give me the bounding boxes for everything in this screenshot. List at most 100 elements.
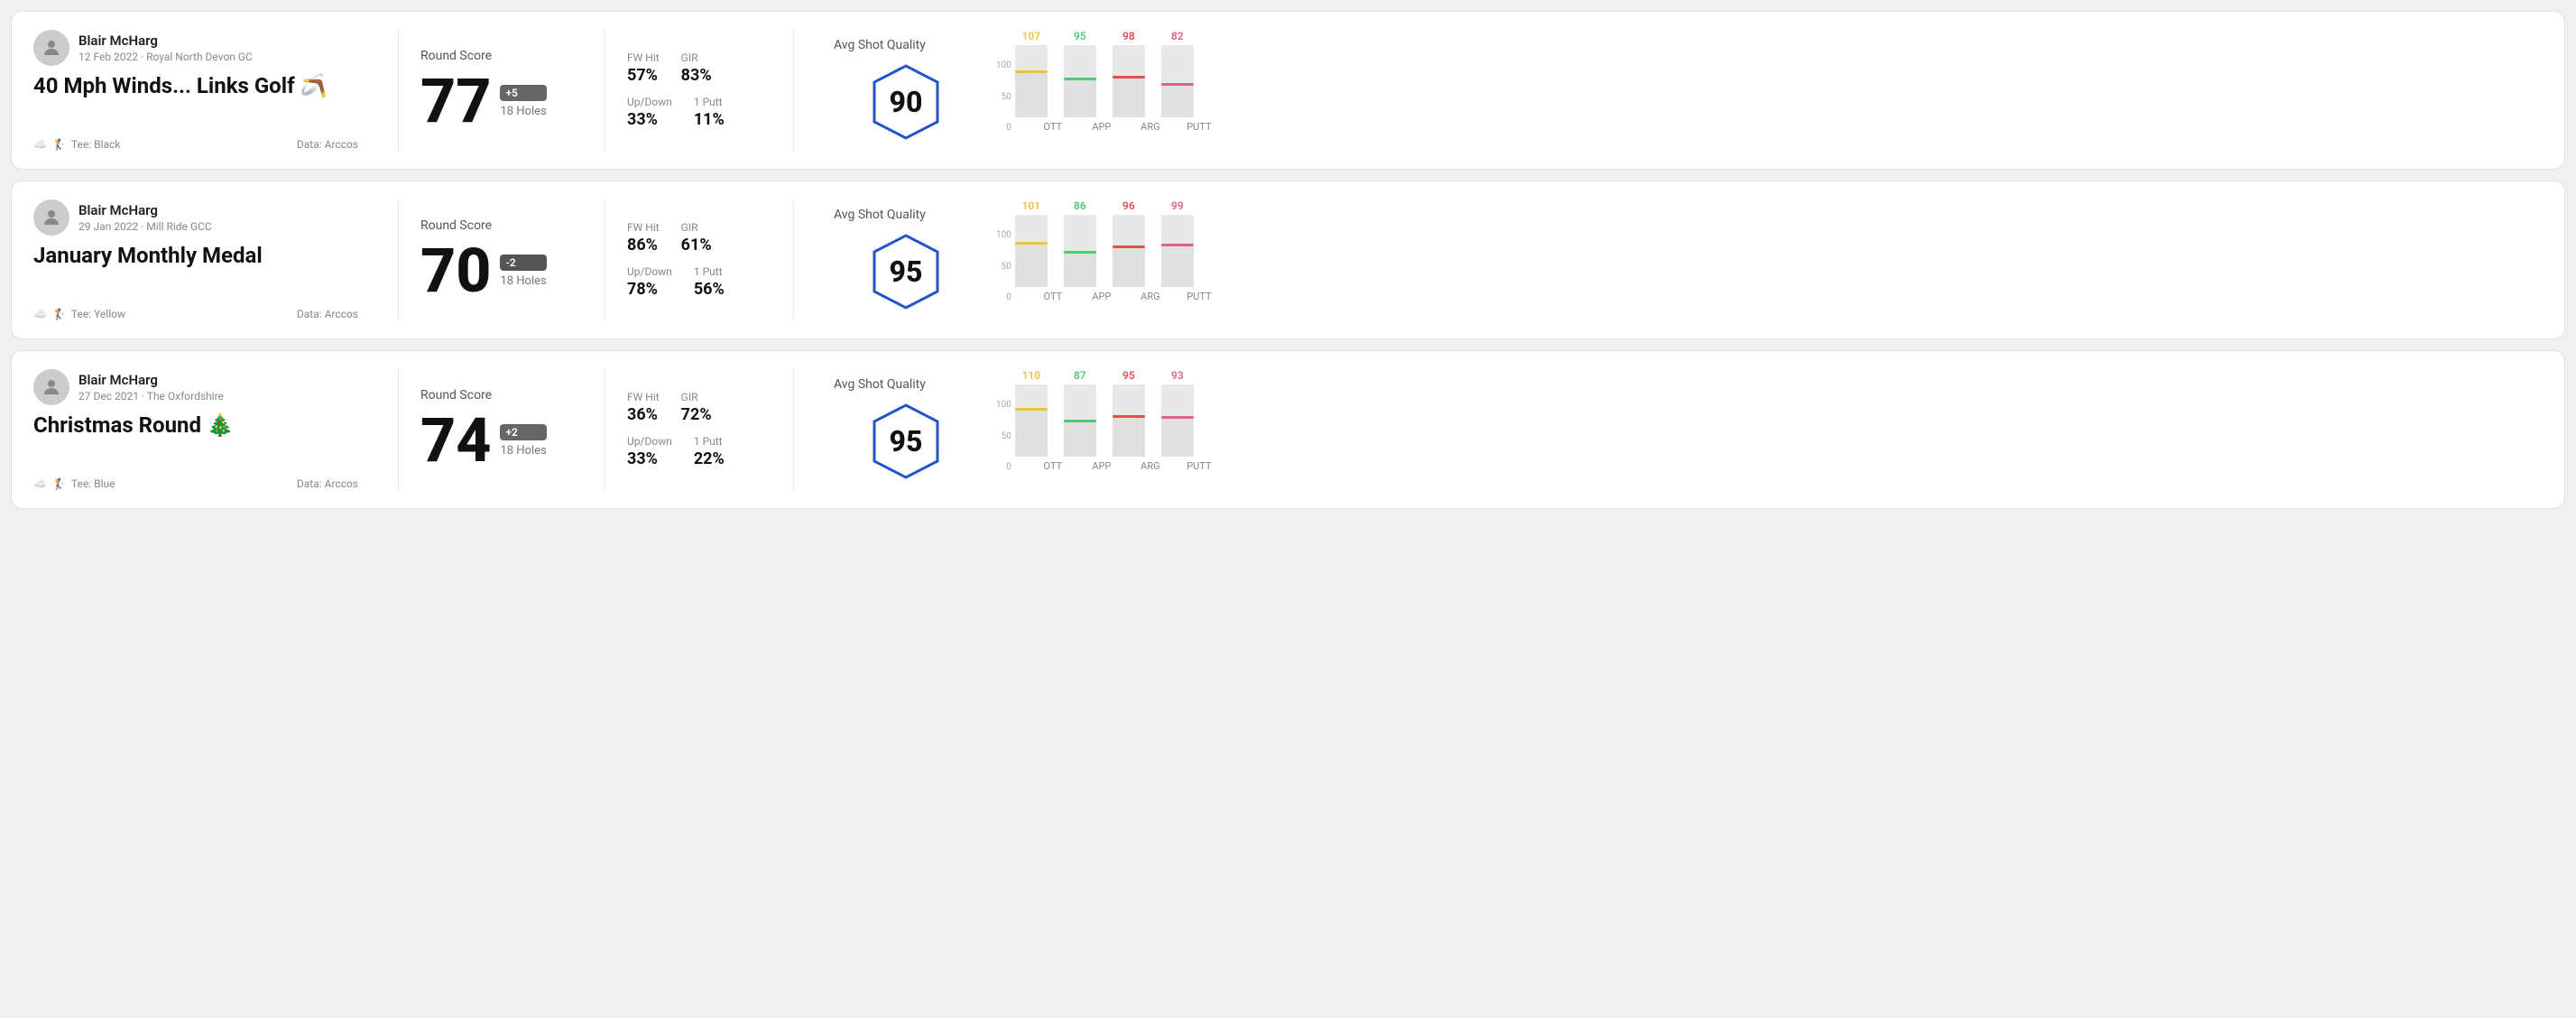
stat-oneputt: 1 Putt 22% (694, 435, 725, 468)
bar-fill-ott (1015, 242, 1048, 287)
round-title: 40 Mph Winds... Links Golf 🪃 (33, 73, 358, 99)
x-label-app: APP (1085, 121, 1118, 133)
round-title: Christmas Round 🎄 (33, 412, 358, 439)
bar-group-ott: 107 (1015, 30, 1048, 117)
bar-group-arg: 96 (1113, 199, 1145, 287)
round-card-round3: Blair McHarg 27 Dec 2021 · The Oxfordshi… (11, 350, 2565, 509)
data-source: Data: Arccos (297, 138, 358, 151)
stat-updown: Up/Down 33% (627, 435, 672, 468)
updown-value: 33% (627, 449, 672, 468)
divider-3 (793, 30, 794, 151)
score-badge-holes: +5 18 Holes (500, 85, 546, 118)
score-row: 74 +2 18 Holes (420, 410, 583, 471)
bar-line-ott (1015, 70, 1048, 73)
user-info: Blair McHarg 27 Dec 2021 · The Oxfordshi… (33, 369, 358, 405)
y-axis-bot: 0 (996, 462, 1011, 472)
bar-fill-ott (1015, 408, 1048, 457)
score-number: 77 (420, 70, 491, 132)
hexagon-container: 90 (865, 61, 946, 143)
round-title: January Monthly Medal (33, 243, 358, 269)
tee-info: ☁️ 🏌️ Tee: Yellow (33, 308, 125, 320)
bar-fill-arg (1113, 76, 1145, 117)
score-label: Round Score (420, 49, 583, 63)
bar-fill-app (1064, 251, 1096, 287)
y-axis-top: 100 (996, 400, 1011, 410)
oneputt-label: 1 Putt (694, 96, 725, 108)
left-section: Blair McHarg 27 Dec 2021 · The Oxfordshi… (33, 369, 376, 490)
x-label-putt: PUTT (1183, 121, 1215, 133)
tee-label: Tee: Black (71, 138, 120, 151)
bar-group-arg: 98 (1113, 30, 1145, 117)
score-label: Round Score (420, 218, 583, 233)
stat-fw-hit: FW Hit 36% (627, 391, 660, 424)
hex-score: 90 (890, 85, 923, 119)
divider-3 (793, 369, 794, 490)
bar-wrapper-putt (1161, 215, 1194, 287)
y-axis-bot: 0 (996, 123, 1011, 133)
user-name: Blair McHarg (78, 372, 224, 388)
bar-group-putt: 82 (1161, 30, 1194, 117)
bar-fill-arg (1113, 415, 1145, 457)
stat-oneputt: 1 Putt 11% (694, 96, 725, 129)
stats-section: FW Hit 86% GIR 61% Up/Down 78% 1 Putt 56… (627, 199, 771, 320)
y-axis-bot: 0 (996, 292, 1011, 302)
stat-fw-hit: FW Hit 86% (627, 221, 660, 255)
divider-1 (398, 199, 399, 320)
bar-fill-arg (1113, 245, 1145, 287)
gir-value: 72% (681, 405, 712, 424)
bar-line-putt (1161, 83, 1194, 86)
bar-value-arg: 95 (1122, 369, 1135, 382)
score-row: 70 -2 18 Holes (420, 240, 583, 301)
user-details: Blair McHarg 29 Jan 2022 · Mill Ride GCC (78, 202, 212, 233)
x-label-putt: PUTT (1183, 460, 1215, 472)
hexagon-container: 95 (865, 231, 946, 312)
bar-wrapper-arg (1113, 45, 1145, 117)
bar-group-app: 87 (1064, 369, 1096, 457)
user-details: Blair McHarg 27 Dec 2021 · The Oxfordshi… (78, 372, 224, 403)
avatar (33, 199, 69, 236)
chart-section: 100 50 0 110 87 95 (996, 369, 2543, 490)
x-label-app: APP (1085, 460, 1118, 472)
tee-label: Tee: Blue (71, 477, 115, 490)
date-course: 12 Feb 2022 · Royal North Devon GC (78, 51, 253, 63)
bag-icon: 🏌️ (52, 138, 66, 151)
bar-value-arg: 98 (1122, 30, 1135, 42)
x-label-arg: ARG (1134, 121, 1167, 133)
quality-section: Avg Shot Quality 90 (816, 30, 996, 151)
bar-fill-app (1064, 420, 1096, 457)
score-label: Round Score (420, 388, 583, 403)
hex-score: 95 (890, 255, 923, 289)
left-section: Blair McHarg 29 Jan 2022 · Mill Ride GCC… (33, 199, 376, 320)
gir-label: GIR (681, 221, 712, 234)
score-badge-holes: -2 18 Holes (500, 255, 546, 288)
bar-wrapper-putt (1161, 45, 1194, 117)
bar-value-app: 95 (1074, 30, 1086, 42)
bar-line-app (1064, 420, 1096, 422)
gir-label: GIR (681, 51, 712, 64)
bar-line-app (1064, 251, 1096, 254)
bar-group-ott: 101 (1015, 199, 1048, 287)
x-label-app: APP (1085, 291, 1118, 302)
x-label-arg: ARG (1134, 291, 1167, 302)
y-axis-mid: 50 (996, 92, 1011, 102)
bar-line-putt (1161, 416, 1194, 419)
stats-row-bottom: Up/Down 78% 1 Putt 56% (627, 265, 771, 299)
stat-gir: GIR 83% (681, 51, 712, 85)
bar-fill-putt (1161, 416, 1194, 457)
x-label-ott: OTT (1037, 460, 1069, 472)
stat-fw-hit: FW Hit 57% (627, 51, 660, 85)
bar-wrapper-app (1064, 45, 1096, 117)
user-name: Blair McHarg (78, 32, 253, 49)
stats-row-top: FW Hit 57% GIR 83% (627, 51, 771, 85)
score-row: 77 +5 18 Holes (420, 70, 583, 132)
bar-wrapper-putt (1161, 384, 1194, 457)
gir-value: 83% (681, 66, 712, 85)
score-badge-holes: +2 18 Holes (500, 424, 546, 458)
holes-label: 18 Holes (500, 274, 546, 288)
bar-value-ott: 101 (1022, 199, 1041, 212)
avatar (33, 30, 69, 66)
hex-score: 95 (890, 424, 923, 458)
bag-icon: 🏌️ (52, 477, 66, 490)
bar-group-app: 86 (1064, 199, 1096, 287)
oneputt-value: 11% (694, 110, 725, 129)
